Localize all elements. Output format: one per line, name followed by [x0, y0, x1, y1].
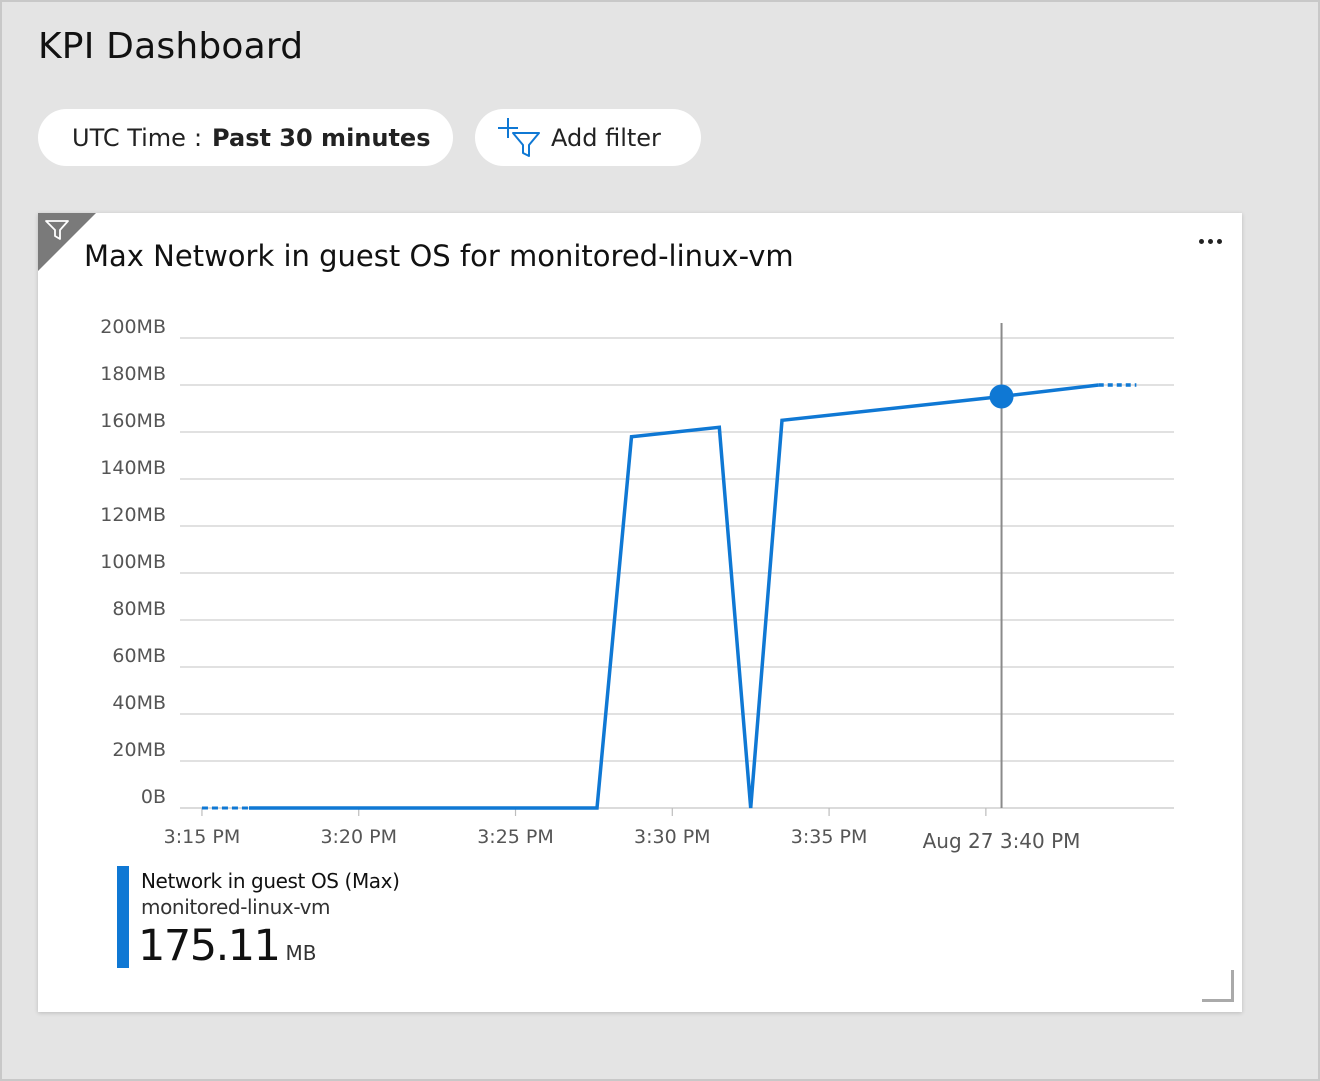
page-title: KPI Dashboard [38, 26, 304, 67]
series-line [249, 383, 1099, 810]
legend-metric-name: Network in guest OS (Max) [141, 869, 400, 893]
y-tick-label: 200MB [100, 316, 166, 338]
legend-value-number: 175.11 [138, 921, 281, 971]
time-range-value: Past 30 minutes [212, 123, 431, 152]
y-tick-label: 80MB [112, 598, 166, 620]
add-filter-button[interactable]: Add filter [475, 109, 701, 166]
y-axis-ticks: 0B 20MB 40MB 60MB 80MB 100MB 120MB 140MB 160MB 18… [100, 316, 166, 808]
y-tick-label: 100MB [100, 551, 166, 573]
chart-series [201, 383, 1137, 810]
cursor-date-label: Aug 27 3:40 PM [923, 829, 1081, 853]
y-tick-label: 0B [141, 786, 166, 808]
add-filter-icon [498, 117, 540, 157]
time-range-filter[interactable]: UTC Time : Past 30 minutes [38, 109, 453, 166]
time-range-label: UTC Time [72, 123, 186, 152]
y-tick-label: 160MB [100, 410, 166, 432]
resize-handle[interactable] [1202, 970, 1234, 1002]
network-line-chart[interactable]: 0B 20MB 40MB 60MB 80MB 100MB 120MB 140MB 160MB 18… [38, 213, 1242, 873]
legend-value-unit: MB [285, 941, 317, 965]
y-tick-label: 180MB [100, 363, 166, 385]
cursor-point [989, 384, 1014, 409]
x-tick-label: 3:20 PM [320, 826, 397, 848]
legend-value: 175.11 MB [138, 921, 316, 971]
y-tick-label: 20MB [112, 739, 166, 761]
chart-tile: Max Network in guest OS for monitored-li… [38, 213, 1242, 1012]
y-tick-label: 40MB [112, 692, 166, 714]
legend-resource-name: monitored-linux-vm [141, 895, 331, 919]
x-tick-label: 3:35 PM [791, 826, 868, 848]
add-filter-label: Add filter [551, 123, 661, 152]
chart-grid [180, 337, 1174, 809]
legend-color-swatch [117, 866, 129, 968]
y-tick-label: 120MB [100, 504, 166, 526]
x-tick-label: 3:25 PM [477, 826, 554, 848]
x-tick-label: 3:30 PM [634, 826, 711, 848]
y-tick-label: 60MB [112, 645, 166, 667]
y-tick-label: 140MB [100, 457, 166, 479]
x-tick-label: 3:15 PM [164, 826, 241, 848]
time-range-separator: : [193, 123, 203, 152]
x-axis-ticks: 3:15 PM3:20 PM3:25 PM3:30 PM3:35 PM3:40 … [164, 808, 1024, 848]
